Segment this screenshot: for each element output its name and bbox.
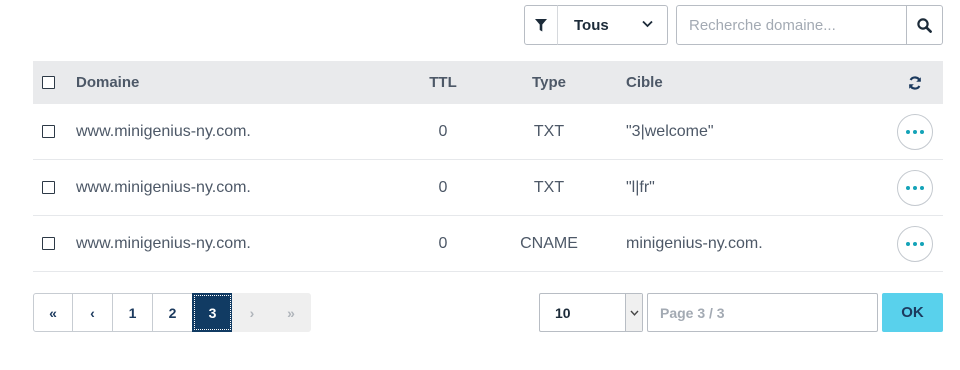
pagination: « ‹ 1 2 3 › » [33,293,311,332]
row-checkbox[interactable] [42,125,55,138]
more-icon [906,129,924,134]
more-actions-button[interactable] [897,169,933,206]
more-actions-button[interactable] [897,225,933,262]
table-header: Domaine TTL Type Cible [33,61,943,104]
cell-ttl: 0 [438,122,448,140]
header-domain[interactable]: Domaine [76,61,139,104]
row-checkbox[interactable] [42,237,55,250]
select-all-checkbox[interactable] [42,76,55,89]
page-button-2[interactable]: 2 [152,293,193,332]
page-button-3[interactable]: 3 [192,293,233,332]
page-button-1[interactable]: 1 [112,293,153,332]
refresh-icon [909,75,921,90]
cell-target: "l|fr" [626,178,655,196]
filter-select[interactable]: Tous [557,5,668,45]
filter-icon [535,18,547,31]
cell-ttl: 0 [438,178,448,196]
cell-type: CNAME [520,234,578,252]
page-size-select[interactable]: 10 [539,293,643,332]
ok-button[interactable]: OK [882,293,943,332]
header-target[interactable]: Cible [626,61,663,104]
header-ttl[interactable]: TTL [403,61,483,104]
cell-type: TXT [533,178,565,196]
dns-records-table: Domaine TTL Type Cible www.minigenius-ny… [33,61,943,272]
search-button[interactable] [906,5,943,45]
cell-target: "3|welcome" [626,122,714,140]
first-page-button[interactable]: « [33,293,73,332]
page-size-value: 10 [555,304,571,321]
table-row: www.minigenius-ny.com. 0 TXT "l|fr" [33,160,943,216]
more-actions-button[interactable] [897,113,933,150]
chevron-down-icon [642,20,653,28]
toolbar: Tous [0,5,960,45]
cell-type: TXT [533,122,565,140]
cell-domain: www.minigenius-ny.com. [76,122,251,140]
filter-button[interactable] [524,5,558,45]
search-icon [917,17,932,33]
last-page-button: » [271,293,311,332]
filter-select-value: Tous [574,16,609,34]
header-type[interactable]: Type [509,61,589,104]
page-jump-input[interactable] [647,293,878,332]
cell-target: minigenius-ny.com. [626,234,763,252]
cell-domain: www.minigenius-ny.com. [76,234,251,252]
cell-ttl: 0 [438,234,448,252]
more-icon [906,241,924,246]
refresh-button[interactable] [908,75,922,90]
cell-domain: www.minigenius-ny.com. [76,178,251,196]
chevron-down-icon [629,310,639,316]
search-input[interactable] [676,5,907,45]
table-row: www.minigenius-ny.com. 0 TXT "3|welcome" [33,104,943,160]
next-page-button: › [232,293,272,332]
row-checkbox[interactable] [42,181,55,194]
more-icon [906,185,924,190]
prev-page-button[interactable]: ‹ [72,293,113,332]
table-row: www.minigenius-ny.com. 0 CNAME minigeniu… [33,216,943,272]
